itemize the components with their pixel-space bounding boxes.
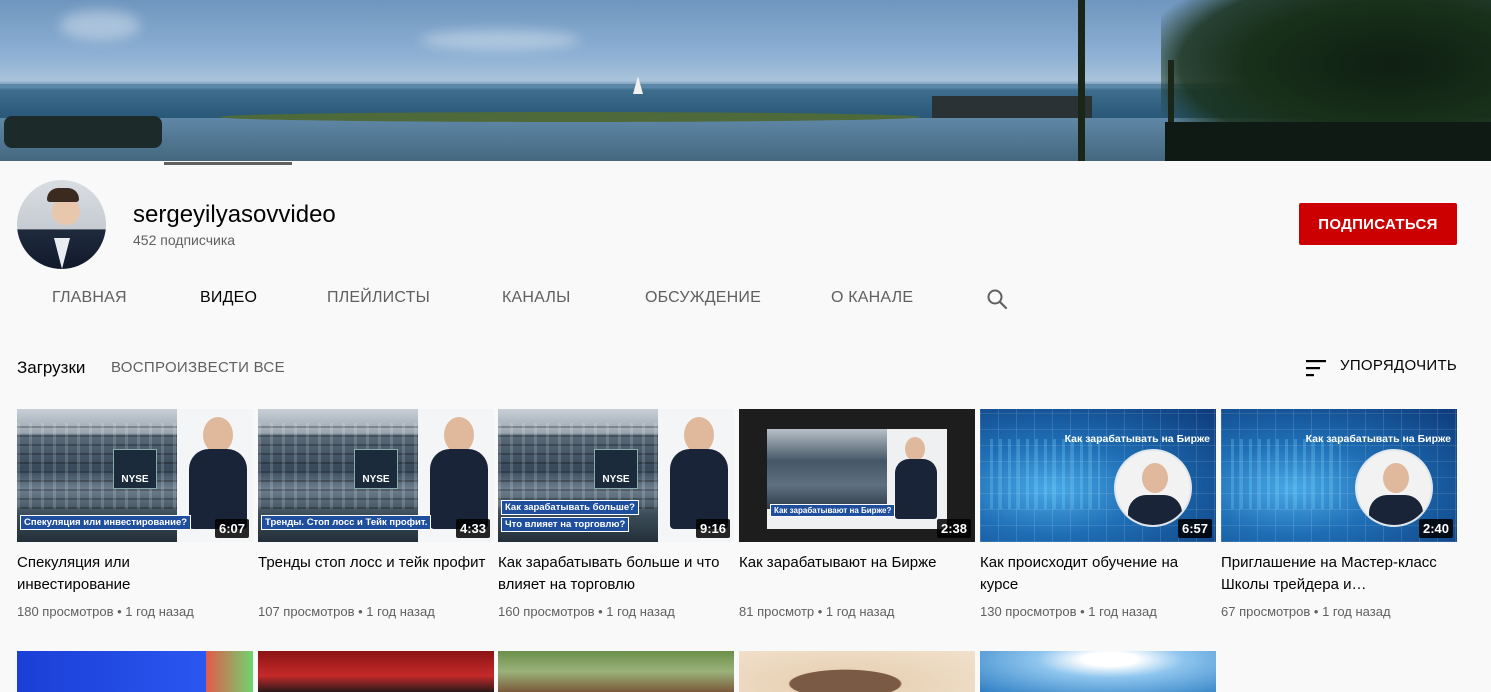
video-card[interactable]: Как зарабатывать на Бирже 2:40 Приглашен… bbox=[1221, 409, 1457, 619]
video-thumbnail[interactable]: NYSE Спекуляция или инвестирование? 6:07 bbox=[17, 409, 253, 542]
video-duration: 9:16 bbox=[695, 519, 730, 538]
upload-age: 1 год назад bbox=[1322, 604, 1391, 619]
video-meta: 130 просмотров • 1 год назад bbox=[980, 604, 1157, 619]
video-duration: 4:33 bbox=[455, 519, 490, 538]
video-title[interactable]: Приглашение на Мастер-класс Школы трейде… bbox=[1221, 552, 1451, 596]
view-count: 81 просмотр bbox=[739, 604, 815, 619]
video-thumbnail[interactable] bbox=[980, 651, 1216, 692]
video-thumbnail[interactable]: Как зарабатывать на Бирже 2:40 bbox=[1221, 409, 1457, 542]
sort-icon[interactable] bbox=[1305, 357, 1329, 379]
video-card[interactable]: NYSE Спекуляция или инвестирование? 6:07… bbox=[17, 409, 253, 619]
video-card[interactable]: NYSE Как зарабатывать больше? Что влияет… bbox=[498, 409, 734, 619]
section-title: Загрузки bbox=[17, 358, 86, 377]
video-title[interactable]: Как зарабатывают на Бирже bbox=[739, 552, 969, 596]
upload-age: 1 год назад bbox=[366, 604, 435, 619]
video-meta: 160 просмотров • 1 год назад bbox=[498, 604, 675, 619]
tab-playlists[interactable]: ПЛЕЙЛИСТЫ bbox=[327, 269, 430, 326]
thumbnail-caption: Тренды. Стоп лосс и Тейк профит. bbox=[261, 515, 432, 530]
view-count: 130 просмотров bbox=[980, 604, 1077, 619]
video-title[interactable]: Как зарабатывать больше и что влияет на … bbox=[498, 552, 728, 596]
video-thumbnail[interactable] bbox=[258, 651, 494, 692]
active-tab-indicator bbox=[164, 162, 292, 165]
sort-button[interactable]: УПОРЯДОЧИТЬ bbox=[1340, 357, 1457, 374]
video-meta: 180 просмотров • 1 год назад bbox=[17, 604, 194, 619]
view-count: 67 просмотров bbox=[1221, 604, 1311, 619]
video-title[interactable]: Как происходит обучение на курсе bbox=[980, 552, 1210, 596]
view-count: 107 просмотров bbox=[258, 604, 355, 619]
video-duration: 2:38 bbox=[936, 519, 971, 538]
video-thumbnail[interactable] bbox=[498, 651, 734, 692]
video-meta: 107 просмотров • 1 год назад bbox=[258, 604, 435, 619]
upload-age: 1 год назад bbox=[825, 604, 895, 619]
view-count: 160 просмотров bbox=[498, 604, 595, 619]
video-title[interactable]: Тренды стоп лосс и тейк профит bbox=[258, 552, 488, 596]
video-thumbnail[interactable]: Как зарабатывать на Бирже 6:57 bbox=[980, 409, 1216, 542]
tab-home[interactable]: ГЛАВНАЯ bbox=[52, 269, 127, 326]
channel-header: sergeyilyasovvideo 452 подписчика ПОДПИС… bbox=[0, 161, 1491, 328]
tab-channels[interactable]: КАНАЛЫ bbox=[502, 269, 570, 326]
thumbnail-caption: Как зарабатывать на Бирже bbox=[1305, 433, 1451, 445]
tab-videos[interactable]: ВИДЕО bbox=[200, 269, 257, 326]
channel-name: sergeyilyasovvideo bbox=[133, 201, 336, 228]
view-count: 180 просмотров bbox=[17, 604, 114, 619]
upload-age: 1 год назад bbox=[125, 604, 194, 619]
thumbnail-caption: Как зарабатывать больше? bbox=[501, 500, 639, 515]
video-thumbnail[interactable]: Как зарабатывают на Бирже? 2:38 bbox=[739, 409, 975, 542]
play-all-button[interactable]: ВОСПРОИЗВЕСТИ ВСЕ bbox=[111, 359, 285, 376]
video-thumbnail[interactable] bbox=[17, 651, 253, 692]
video-duration: 6:57 bbox=[1177, 519, 1212, 538]
thumbnail-caption: Как зарабатывать на Бирже bbox=[1064, 433, 1210, 445]
channel-banner bbox=[0, 0, 1491, 161]
tab-about[interactable]: О КАНАЛЕ bbox=[831, 269, 913, 326]
video-duration: 2:40 bbox=[1418, 519, 1453, 538]
video-meta: 81 просмотр • 1 год назад bbox=[739, 604, 895, 619]
video-thumbnail[interactable]: NYSE Как зарабатывать больше? Что влияет… bbox=[498, 409, 734, 542]
thumbnail-caption: Спекуляция или инвестирование? bbox=[20, 515, 192, 530]
video-thumbnail[interactable]: NYSE Тренды. Стоп лосс и Тейк профит. 4:… bbox=[258, 409, 494, 542]
upload-age: 1 год назад bbox=[606, 604, 675, 619]
video-meta: 67 просмотров • 1 год назад bbox=[1221, 604, 1391, 619]
channel-tabs: ГЛАВНАЯ ВИДЕО ПЛЕЙЛИСТЫ КАНАЛЫ ОБСУЖДЕНИ… bbox=[0, 269, 1491, 328]
tab-discussion[interactable]: ОБСУЖДЕНИЕ bbox=[645, 269, 761, 326]
video-card[interactable]: NYSE Тренды. Стоп лосс и Тейк профит. 4:… bbox=[258, 409, 494, 619]
video-card[interactable]: Как зарабатывать на Бирже 6:57 Как проис… bbox=[980, 409, 1216, 619]
thumbnail-caption: Что влияет на торговлю? bbox=[501, 517, 630, 532]
subscribe-button[interactable]: ПОДПИСАТЬСЯ bbox=[1299, 203, 1457, 245]
video-title[interactable]: Спекуляция или инвестирование bbox=[17, 552, 247, 596]
thumbnail-caption: Как зарабатывают на Бирже? bbox=[770, 504, 896, 517]
video-card[interactable]: Как зарабатывают на Бирже? 2:38 Как зара… bbox=[739, 409, 975, 619]
channel-avatar[interactable] bbox=[17, 180, 106, 269]
subscriber-count: 452 подписчика bbox=[133, 232, 236, 248]
search-icon[interactable] bbox=[985, 287, 1009, 311]
video-duration: 6:07 bbox=[214, 519, 249, 538]
upload-age: 1 год назад bbox=[1088, 604, 1157, 619]
video-thumbnail[interactable] bbox=[739, 651, 975, 692]
